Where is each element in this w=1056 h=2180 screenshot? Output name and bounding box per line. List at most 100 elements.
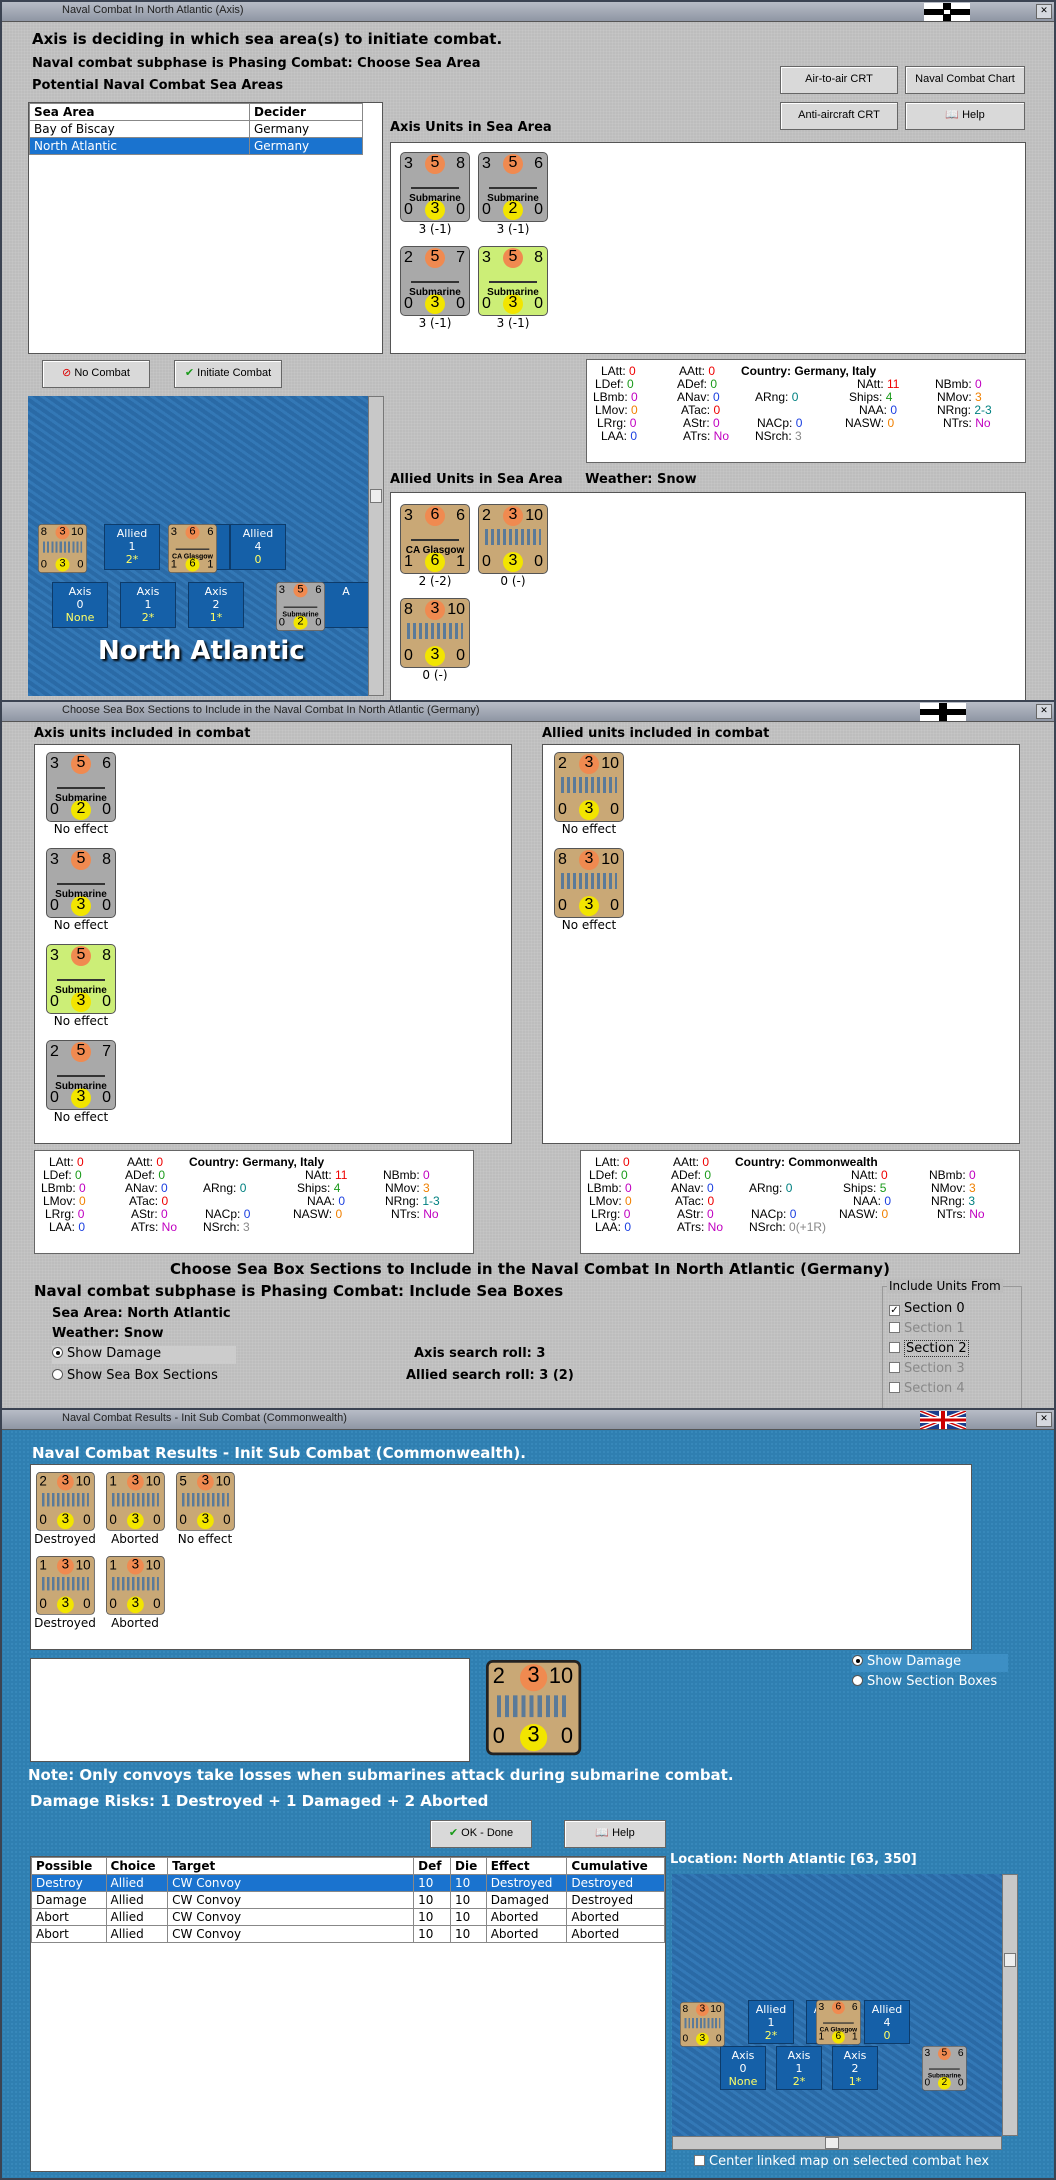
counter-value: 2 bbox=[50, 1043, 59, 1060]
table-row[interactable]: Abort Allied CW Convoy 10 10 Aborted Aborted bbox=[31, 1925, 665, 1943]
ship-counter[interactable]: 2 3 10 0 3 0 bbox=[36, 1472, 95, 1531]
sea-box-section[interactable]: Allied 1 2* bbox=[104, 524, 160, 570]
ship-counter[interactable]: 8 3 10 0 3 0 bbox=[400, 598, 470, 668]
stat-value: 0 bbox=[335, 1207, 343, 1221]
col-cumulative[interactable]: Cumulative bbox=[566, 1857, 665, 1875]
naval-combat-chart-button[interactable]: Naval Combat Chart bbox=[905, 66, 1025, 94]
close-icon[interactable]: ✕ bbox=[1036, 1412, 1052, 1427]
cell: Allied bbox=[105, 1891, 169, 1909]
show-damage-label: Show Damage bbox=[67, 1346, 162, 1361]
table-row[interactable]: Damage Allied CW Convoy 10 10 Damaged Destroye… bbox=[31, 1891, 665, 1909]
counter-value: 3 bbox=[520, 1664, 548, 1692]
counter-value: 3 bbox=[127, 1557, 144, 1575]
submarine-counter[interactable]: 3 5 6 0 2 0 Submarine bbox=[478, 152, 548, 222]
submarine-counter[interactable]: 3 5 6 0 2 0 Submarine bbox=[276, 582, 325, 631]
help-button[interactable]: 📖 Help bbox=[564, 1820, 666, 1848]
sea-area-map[interactable]: North Atlantic Allied12*Allied30*Allied4… bbox=[28, 396, 374, 696]
submarine-counter[interactable]: 3 5 8 0 3 0 Submarine bbox=[46, 944, 116, 1014]
show-damage-radio[interactable]: Show Damage bbox=[52, 1346, 236, 1364]
ship-counter[interactable]: 3 6 6 1 6 1 CA Glasgow bbox=[816, 2000, 861, 2045]
stat-value: No bbox=[161, 1220, 178, 1234]
counter-value: 3 bbox=[127, 1512, 144, 1530]
ship-counter[interactable]: 2 3 10 0 3 0 bbox=[478, 504, 548, 574]
stat: LDef: 0 bbox=[43, 1168, 82, 1182]
close-icon[interactable]: ✕ bbox=[1036, 4, 1052, 19]
col-choice[interactable]: Choice bbox=[105, 1857, 169, 1875]
sea-box-section[interactable]: Axis 0 None bbox=[52, 582, 108, 628]
damage-risks: Damage Risks: 1 Destroyed + 1 Damaged + … bbox=[30, 1792, 489, 1810]
ok-done-button[interactable]: ✔ OK - Done bbox=[430, 1820, 532, 1848]
show-section-boxes-radio[interactable]: Show Section Boxes bbox=[852, 1674, 997, 1689]
map-scrollbar[interactable] bbox=[368, 396, 384, 696]
help-button[interactable]: 📖 Help bbox=[905, 102, 1025, 130]
ship-counter[interactable]: 2 3 10 0 3 0 bbox=[554, 752, 624, 822]
col-possible[interactable]: Possible bbox=[31, 1857, 107, 1875]
section-1-checkbox[interactable]: Section 1 bbox=[889, 1321, 965, 1336]
submarine-counter[interactable]: 3 5 6 0 2 0 Submarine bbox=[46, 752, 116, 822]
ship-counter[interactable]: 2 3 10 0 3 0 bbox=[486, 1660, 582, 1756]
col-decider[interactable]: Decider bbox=[249, 103, 363, 121]
axis-stats-box: LAtt: 0 AAtt: 0 Country: Germany, Italy … bbox=[586, 359, 1026, 463]
anti-aircraft-crt-button[interactable]: Anti-aircraft CRT bbox=[780, 102, 898, 130]
submarine-counter[interactable]: 3 5 8 0 3 0 Submarine bbox=[478, 246, 548, 316]
submarine-counter[interactable]: 3 5 8 0 3 0 Submarine bbox=[46, 848, 116, 918]
col-die[interactable]: Die bbox=[450, 1857, 487, 1875]
german-flag-icon bbox=[924, 3, 970, 21]
sea-box-section[interactable]: Axis 2 1* bbox=[832, 2046, 878, 2090]
submarine-counter[interactable]: 2 5 7 0 3 0 Submarine bbox=[400, 246, 470, 316]
show-section-boxes-label: Show Section Boxes bbox=[867, 1674, 998, 1689]
section-2-checkbox[interactable]: Section 2 bbox=[889, 1340, 969, 1357]
results-map[interactable]: Allied12*Allied30*Allied40Axis0NoneAxis1… bbox=[672, 1874, 1006, 2136]
air-to-air-crt-button[interactable]: Air-to-air CRT bbox=[780, 66, 898, 94]
show-sections-radio[interactable]: Show Sea Box Sections bbox=[52, 1368, 236, 1386]
sea-box-section[interactable]: Allied 1 2* bbox=[748, 2000, 794, 2044]
close-icon[interactable]: ✕ bbox=[1036, 704, 1052, 719]
radio-icon bbox=[52, 1347, 63, 1358]
ship-counter[interactable]: 3 6 6 1 6 1 CA Glasgow bbox=[168, 524, 217, 573]
sea-box-section[interactable]: Axis 1 2* bbox=[776, 2046, 822, 2090]
section-3-checkbox[interactable]: Section 3 bbox=[889, 1361, 965, 1376]
sea-box-section[interactable]: Axis 2 1* bbox=[188, 582, 244, 628]
show-damage-radio[interactable]: Show Damage bbox=[852, 1654, 1008, 1672]
no-combat-button[interactable]: ⊘ No Combat bbox=[42, 360, 150, 388]
sea-area-row-selected[interactable]: North Atlantic Germany bbox=[29, 137, 363, 155]
ship-counter[interactable]: 3 6 6 1 6 1 CA Glasgow bbox=[400, 504, 470, 574]
sea-box-text: 2* bbox=[764, 2029, 778, 2042]
ship-silhouette-icon bbox=[57, 975, 105, 981]
cell: 10 bbox=[413, 1925, 452, 1943]
results-map-hscroll[interactable] bbox=[672, 2136, 1002, 2150]
sea-box-section[interactable]: Axis 1 2* bbox=[120, 582, 176, 628]
ship-counter[interactable]: 8 3 10 0 3 0 bbox=[38, 524, 87, 573]
ship-counter[interactable]: 8 3 10 0 3 0 bbox=[554, 848, 624, 918]
counter-caption: 3 (-1) bbox=[496, 222, 530, 236]
submarine-counter[interactable]: 2 5 7 0 3 0 Submarine bbox=[46, 1040, 116, 1110]
col-effect[interactable]: Effect bbox=[485, 1857, 568, 1875]
col-def[interactable]: Def bbox=[413, 1857, 452, 1875]
section-4-checkbox[interactable]: Section 4 bbox=[889, 1381, 965, 1396]
ship-counter[interactable]: 1 3 10 0 3 0 bbox=[36, 1556, 95, 1615]
table-row-selected[interactable]: Destroy Allied CW Convoy 10 10 Destroyed Destr… bbox=[31, 1874, 665, 1892]
sea-box-section[interactable]: Allied 4 0 bbox=[230, 524, 286, 570]
sea-box-section[interactable]: A bbox=[318, 582, 374, 628]
col-target[interactable]: Target bbox=[167, 1857, 415, 1875]
ship-counter[interactable]: 8 3 10 0 3 0 bbox=[680, 2002, 725, 2047]
counter-value: 5 bbox=[503, 248, 523, 268]
sea-box-section[interactable]: Axis 0 None bbox=[720, 2046, 766, 2090]
submarine-counter[interactable]: 3 5 6 0 2 0 Submarine bbox=[922, 2046, 967, 2091]
table-row[interactable]: Abort Allied CW Convoy 10 10 Aborted Aborted bbox=[31, 1908, 665, 1926]
results-map-vscroll[interactable] bbox=[1002, 1874, 1018, 2136]
sea-area-row[interactable]: Bay of Biscay Germany bbox=[29, 120, 363, 138]
col-sea-area[interactable]: Sea Area bbox=[29, 103, 250, 121]
initiate-combat-button[interactable]: ✔ Initiate Combat bbox=[174, 360, 282, 388]
section-0-checkbox[interactable]: ✓ Section 0 bbox=[889, 1301, 965, 1316]
ship-silhouette-icon bbox=[111, 1577, 159, 1591]
country: Country: Germany, Italy bbox=[189, 1155, 325, 1169]
ship-counter[interactable]: 1 3 10 0 3 0 bbox=[106, 1472, 165, 1531]
counter-value: 5 bbox=[71, 1042, 91, 1062]
counter-caption: No effect bbox=[53, 1014, 109, 1028]
submarine-counter[interactable]: 3 5 8 0 3 0 Submarine bbox=[400, 152, 470, 222]
sea-box-section[interactable]: Allied 4 0 bbox=[864, 2000, 910, 2044]
center-map-checkbox[interactable]: Center linked map on selected combat hex bbox=[694, 2154, 989, 2169]
ship-counter[interactable]: 1 3 10 0 3 0 bbox=[106, 1556, 165, 1615]
ship-counter[interactable]: 5 3 10 0 3 0 bbox=[176, 1472, 235, 1531]
